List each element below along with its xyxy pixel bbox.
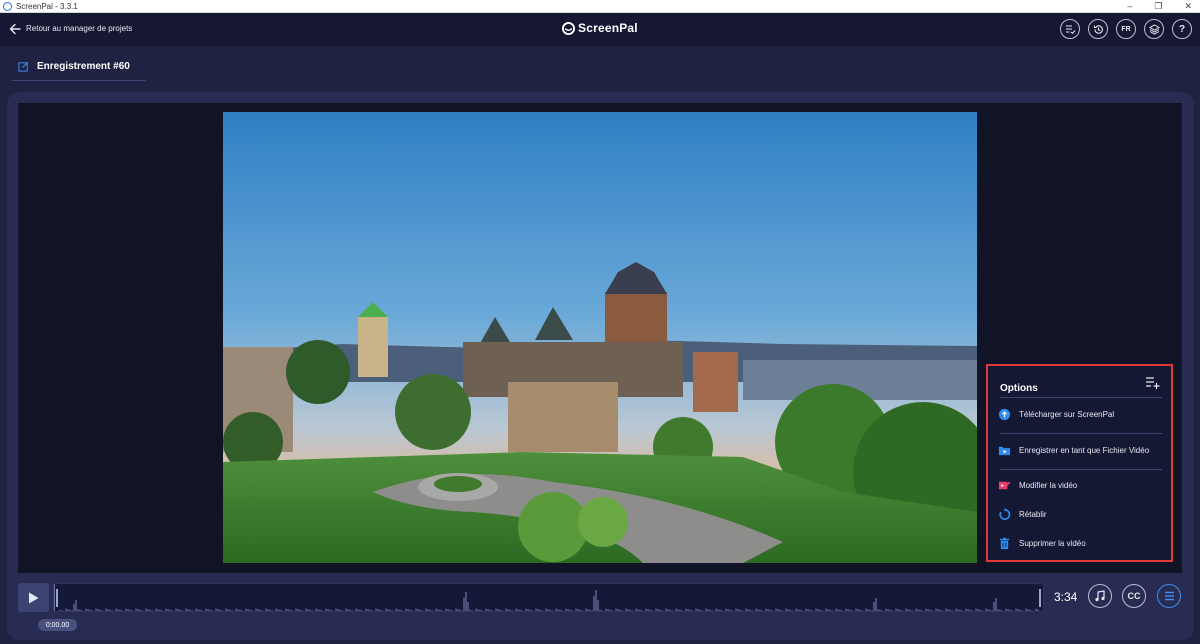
upload-cloud-icon: [998, 408, 1011, 420]
play-button[interactable]: [18, 583, 49, 612]
screenpal-app-icon: [3, 1, 12, 11]
project-title-row: Enregistrement #60: [18, 61, 130, 72]
audio-waveform: [59, 590, 1039, 611]
window-title: ScreenPal - 3.3.1: [16, 1, 78, 11]
minimize-button[interactable]: –: [1127, 0, 1132, 13]
header-actions: FR ?: [1060, 19, 1192, 39]
music-note-icon: [1095, 590, 1105, 602]
edit-title-icon[interactable]: [18, 61, 29, 72]
restore-item[interactable]: Rétablir: [998, 504, 1163, 524]
hamburger-menu-icon: [1164, 591, 1174, 601]
options-menu: Options Télécharger sur ScreenPal Enregi…: [986, 364, 1173, 562]
screenpal-logo: ScreenPal: [562, 21, 638, 35]
music-button[interactable]: [1088, 584, 1112, 608]
options-separator: [1000, 469, 1162, 470]
close-button[interactable]: ✕: [1184, 0, 1192, 13]
brand-name: ScreenPal: [578, 21, 638, 35]
current-time-indicator: 0:00.00: [38, 619, 77, 631]
title-underline: [12, 80, 146, 81]
options-menu-button[interactable]: [1157, 584, 1181, 608]
video-duration: 3:34: [1054, 590, 1078, 604]
screenpal-logo-icon: [562, 21, 575, 35]
window-controls: – ❐ ✕: [1127, 0, 1192, 13]
save-as-video-file-item[interactable]: Enregistrer en tant que Fichier Vidéo: [998, 440, 1163, 460]
edit-video-item[interactable]: Modifier la vidéo: [998, 475, 1163, 495]
restore-label: Rétablir: [1019, 509, 1047, 519]
help-button[interactable]: ?: [1172, 19, 1192, 39]
back-to-projects-link[interactable]: Retour au manager de projets: [26, 24, 132, 33]
timeline-end-handle[interactable]: [1039, 589, 1041, 607]
save-as-video-file-label: Enregistrer en tant que Fichier Vidéo: [1019, 445, 1150, 455]
app-header: Retour au manager de projets ScreenPal F…: [0, 13, 1200, 46]
history-icon: [1093, 24, 1103, 34]
restore-button[interactable]: ❐: [1154, 0, 1162, 13]
task-list-button[interactable]: [1060, 19, 1080, 39]
video-frame[interactable]: [223, 112, 977, 563]
edit-video-icon: [998, 481, 1011, 489]
trash-icon: [999, 537, 1010, 549]
checklist-icon: [1065, 25, 1075, 34]
restore-icon: [999, 507, 1011, 520]
os-title-bar: ScreenPal - 3.3.1 – ❐ ✕: [0, 0, 1200, 13]
back-arrow-icon[interactable]: [8, 21, 22, 37]
video-thumbnail-image: [223, 112, 977, 563]
save-video-file-icon: [998, 446, 1011, 455]
upload-to-screenpal-item[interactable]: Télécharger sur ScreenPal: [998, 404, 1163, 424]
add-to-list-icon[interactable]: [1145, 376, 1160, 390]
options-menu-header: Options: [1000, 376, 1162, 398]
options-menu-title: Options: [1000, 383, 1038, 394]
delete-video-label: Supprimer la vidéo: [1019, 538, 1086, 548]
options-separator: [1000, 433, 1162, 434]
audio-waveform-lines: [59, 590, 1039, 611]
captions-button[interactable]: CC: [1122, 584, 1146, 608]
play-icon: [29, 592, 39, 603]
delete-video-item[interactable]: Supprimer la vidéo: [998, 533, 1163, 553]
edit-video-label: Modifier la vidéo: [1019, 480, 1078, 490]
project-title[interactable]: Enregistrement #60: [37, 61, 130, 72]
upload-to-screenpal-label: Télécharger sur ScreenPal: [1019, 409, 1115, 419]
timeline-track[interactable]: [53, 583, 1044, 612]
layers-button[interactable]: [1144, 19, 1164, 39]
language-button[interactable]: FR: [1116, 19, 1136, 39]
layers-icon: [1148, 23, 1160, 35]
history-button[interactable]: [1088, 19, 1108, 39]
